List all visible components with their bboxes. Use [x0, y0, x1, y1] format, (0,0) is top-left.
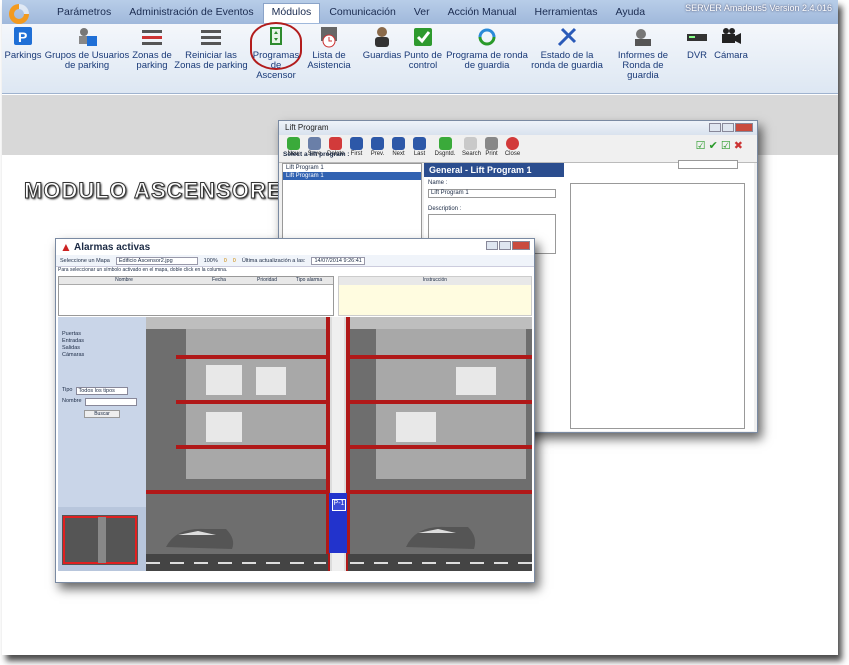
alarm-table: Nombre Fecha Prioridad Tipo alarma: [58, 276, 334, 316]
tb-first[interactable]: First: [348, 137, 365, 160]
ribbon-dvr[interactable]: DVR: [684, 26, 710, 61]
last-update-label: Última actualización a las:: [241, 257, 306, 264]
camera-icon: [722, 28, 741, 44]
menu-comunicacion[interactable]: Comunicación: [320, 6, 405, 23]
alarm-table-header: Nombre Fecha Prioridad Tipo alarma: [59, 277, 333, 285]
tb-close[interactable]: Close: [504, 137, 521, 160]
map-label: Seleccione un Mapa: [60, 257, 110, 264]
users-group-icon: [79, 28, 97, 46]
dvr-icon: [687, 34, 707, 41]
elevator-icon: [270, 27, 282, 45]
type-select[interactable]: Todos los tipos: [75, 387, 128, 395]
map-select[interactable]: Edificio Ascensor2.jpg: [115, 256, 198, 265]
ribbon-parkings[interactable]: P Parkings: [4, 26, 42, 61]
lift-window-title: Lift Program: [279, 121, 757, 135]
checkpoint-icon: [414, 28, 432, 46]
maximize-button[interactable]: [499, 241, 511, 250]
map-thumbnail[interactable]: [58, 507, 146, 571]
ribbon-informes-ronda[interactable]: Informes de Ronda de guardia: [606, 26, 680, 81]
tree-item[interactable]: Salidas: [62, 345, 142, 352]
tree-item[interactable]: Puertas: [62, 331, 142, 338]
svg-text:P: P: [18, 29, 27, 45]
instruction-panel: Instrucción: [338, 276, 532, 316]
ribbon: P Parkings Grupos de Usuarios de parking …: [2, 22, 838, 94]
parking-icon: P: [14, 27, 32, 45]
ribbon-camara[interactable]: Cámara: [714, 26, 748, 61]
menu-herramientas[interactable]: Herramientas: [526, 6, 607, 23]
elevator-marker[interactable]: P-1: [332, 499, 346, 511]
guard-icon: [375, 27, 389, 47]
tb-prev[interactable]: Prev.: [369, 137, 386, 160]
menu-accion-manual[interactable]: Acción Manual: [439, 6, 526, 23]
filter-field[interactable]: [678, 160, 738, 169]
menu-parametros[interactable]: Parámetros: [48, 6, 120, 23]
list-item-selected[interactable]: Lift Program 1: [283, 172, 421, 180]
banner-title: MODULO ASCENSORES: [23, 178, 299, 204]
minimize-button[interactable]: [709, 123, 721, 132]
menu-ayuda[interactable]: Ayuda: [607, 6, 655, 23]
count-b: 0: [232, 257, 236, 264]
type-filter: Tipo Todos los tipos: [58, 359, 146, 395]
ribbon-lista-asistencia[interactable]: Lista de Asistencia: [304, 26, 354, 71]
last-update-value: 14/07/2014 9:26:41: [311, 256, 365, 265]
close-button[interactable]: [512, 241, 530, 250]
menubar: Parámetros Administración de Eventos Mód…: [2, 0, 838, 24]
alarm-toolbar: Seleccione un Mapa Edificio Ascensor2.jp…: [56, 255, 534, 267]
list-item[interactable]: Lift Program 1: [283, 164, 421, 172]
name-field[interactable]: Lift Program 1: [428, 189, 556, 198]
lift-toolbar: New Save Delete First Prev. Next Last Ds…: [279, 135, 757, 163]
ribbon-programas-ascensor[interactable]: Programas de Ascensor: [250, 22, 302, 81]
ribbon-punto-control[interactable]: Punto de control: [402, 26, 444, 71]
ribbon-estado-ronda[interactable]: Estado de la ronda de guardia: [530, 26, 604, 71]
layer-tree: Puertas Entradas Salidas Cámaras: [58, 317, 146, 359]
menu-modulos[interactable]: Módulos: [262, 3, 321, 23]
hint-text: Para seleccionar un símbolo activado en …: [58, 267, 228, 273]
map-sidebar: Puertas Entradas Salidas Cámaras Tipo To…: [58, 317, 146, 507]
tree-item[interactable]: Cámaras: [62, 352, 142, 359]
tb-dsgntd[interactable]: Dsgntd.: [432, 137, 458, 160]
app-window: Parámetros Administración de Eventos Mód…: [2, 0, 838, 655]
version-label: SERVER Amadeus5 Version 2.4.016: [685, 3, 832, 13]
ribbon-reiniciar-zonas[interactable]: Reiniciar las Zonas de parking: [174, 26, 248, 71]
building-map[interactable]: P-1: [146, 317, 532, 571]
lift-floors-list: [570, 183, 745, 429]
count-a: 0: [223, 257, 227, 264]
view-icons[interactable]: ☑ ✔ ☑ ✖: [696, 139, 743, 152]
round-report-icon: [635, 29, 651, 46]
name-filter: Nombre: [58, 395, 146, 406]
ribbon-zonas-parking[interactable]: Zonas de parking: [130, 26, 174, 71]
alarmas-window: ▲ Alarmas activas Seleccione un Mapa Edi…: [55, 238, 535, 583]
zoom-value[interactable]: 100%: [204, 258, 218, 264]
close-button[interactable]: [735, 123, 753, 132]
alert-icon: ▲: [60, 240, 72, 254]
select-label: Select a lift program :: [283, 151, 350, 158]
reset-zone-icon: [201, 30, 221, 45]
tb-last[interactable]: Last: [411, 137, 428, 160]
tb-search[interactable]: Search: [462, 137, 481, 160]
round-state-icon: [557, 27, 577, 47]
minimize-button[interactable]: [486, 241, 498, 250]
menu-ver[interactable]: Ver: [405, 6, 439, 23]
menu-eventos[interactable]: Administración de Eventos: [120, 6, 262, 23]
lift-detail-header: General - Lift Program 1: [424, 163, 564, 177]
ribbon-programa-ronda[interactable]: Programa de ronda de guardia: [446, 26, 528, 71]
alarm-title: ▲ Alarmas activas: [56, 239, 534, 255]
round-program-icon: [478, 28, 496, 46]
ribbon-grupos-usuarios[interactable]: Grupos de Usuarios de parking: [44, 26, 130, 71]
maximize-button[interactable]: [722, 123, 734, 132]
tree-item[interactable]: Entradas: [62, 338, 142, 345]
search-button[interactable]: Buscar: [84, 410, 120, 418]
tb-print[interactable]: Print: [483, 137, 500, 160]
ribbon-guardias[interactable]: Guardias: [362, 26, 402, 61]
app-logo-icon: [9, 4, 29, 24]
name-select[interactable]: [84, 398, 137, 406]
tb-next[interactable]: Next: [390, 137, 407, 160]
parking-zone-icon: [142, 30, 162, 45]
attendance-icon: [321, 27, 337, 48]
